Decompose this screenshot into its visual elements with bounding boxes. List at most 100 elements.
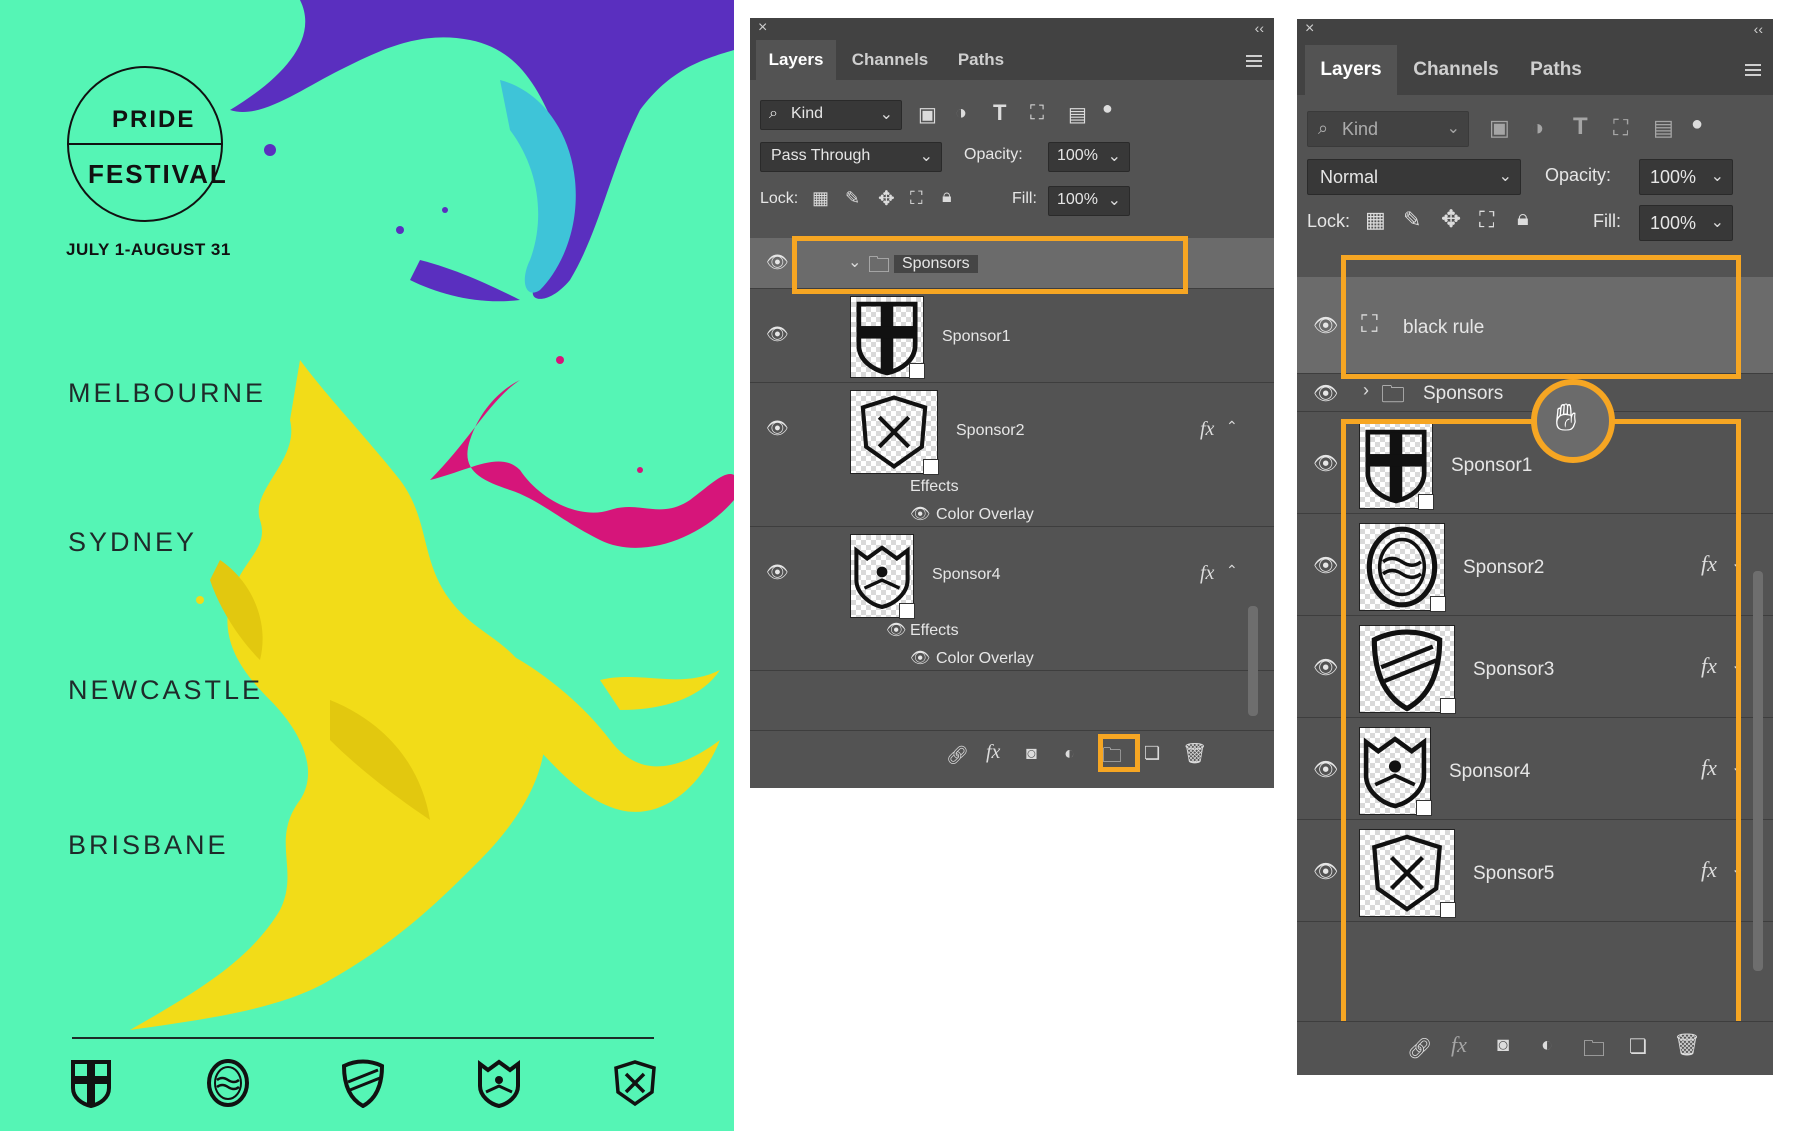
fx-icon[interactable]: fx: [1200, 418, 1214, 441]
eye-icon[interactable]: 👁︎: [1313, 553, 1338, 578]
tab-paths[interactable]: Paths: [1515, 45, 1597, 95]
adjustment-filter-icon[interactable]: ◑: [955, 102, 967, 125]
scrollbar-thumb[interactable]: [1248, 606, 1258, 716]
lock-artboard-icon[interactable]: ⛶: [910, 188, 923, 209]
fill-value: 100%: [1057, 191, 1098, 208]
add-style-icon[interactable]: fx: [986, 741, 1000, 764]
new-group-icon[interactable]: 🗀: [1583, 1032, 1605, 1070]
blend-mode-select[interactable]: Normal ⌄: [1307, 159, 1521, 195]
pixel-filter-icon[interactable]: ▣: [918, 102, 937, 127]
lock-pixels-icon[interactable]: ✎: [1403, 207, 1421, 233]
blend-mode-select[interactable]: Pass Through ⌄: [760, 142, 942, 172]
chevron-down-icon: ⌄: [1107, 148, 1121, 165]
add-style-icon[interactable]: fx: [1451, 1032, 1467, 1058]
fill-field[interactable]: 100% ⌄: [1048, 186, 1130, 216]
trash-icon[interactable]: 🗑︎: [1673, 1032, 1701, 1058]
lock-all-icon[interactable]: 🔒︎: [1517, 205, 1529, 231]
chevron-down-icon: ⌄: [1446, 120, 1460, 137]
layer-row[interactable]: 👁︎ Sponsor4 fx ⌃ 👁︎ Effects 👁︎ Color Ove…: [750, 528, 1274, 671]
layers-panel-right: × ‹‹ Layers Channels Paths ⌕ Kind ⌄ ▣ ◑ …: [1297, 19, 1773, 1075]
chevron-up-icon[interactable]: ⌃: [1226, 562, 1238, 579]
layer-row[interactable]: 👁︎ Sponsor1: [750, 292, 1274, 383]
chevron-down-icon: ⌄: [879, 106, 893, 123]
eye-icon[interactable]: 👁︎: [1313, 757, 1338, 782]
tab-layers[interactable]: Layers: [1305, 45, 1397, 95]
layer-row[interactable]: 👁︎ Sponsor2 fx ⌃ Effects 👁︎ Color Overla…: [750, 384, 1274, 527]
fill-value: 100%: [1650, 213, 1697, 233]
folder-icon: 🗀: [1381, 381, 1405, 408]
new-layer-icon[interactable]: ❏: [1629, 1034, 1647, 1059]
tab-channels[interactable]: Channels: [1401, 45, 1511, 95]
tab-channels[interactable]: Channels: [840, 40, 940, 80]
smart-object-filter-icon[interactable]: ▤: [1653, 115, 1674, 141]
mask-icon[interactable]: ◙: [1026, 743, 1037, 764]
new-layer-icon[interactable]: ❏: [1144, 743, 1160, 764]
layer-name[interactable]: Sponsor4: [932, 566, 1001, 584]
festival-logo-divider: [67, 143, 223, 145]
eye-icon[interactable]: 👁︎: [766, 562, 789, 583]
eye-icon[interactable]: 👁︎: [766, 252, 789, 273]
mask-icon[interactable]: ◙: [1497, 1034, 1509, 1057]
panel-menu-icon[interactable]: [1246, 52, 1262, 70]
fx-icon[interactable]: fx: [1200, 562, 1214, 585]
collapse-icon[interactable]: ‹‹: [1754, 21, 1763, 37]
striped-shield-icon: [341, 1059, 385, 1108]
lock-transparency-icon[interactable]: ▦: [812, 188, 829, 209]
eye-icon[interactable]: 👁︎: [1313, 381, 1338, 406]
cross-shield-icon: [71, 1060, 111, 1108]
chevron-up-icon[interactable]: ⌃: [1226, 418, 1238, 435]
eye-icon[interactable]: 👁︎: [910, 504, 930, 524]
link-icon[interactable]: 🔗︎: [1407, 1036, 1432, 1061]
effect-color-overlay[interactable]: Color Overlay: [936, 650, 1034, 668]
pixel-filter-icon[interactable]: ▣: [1489, 115, 1510, 141]
filter-toggle-icon[interactable]: ●: [1102, 98, 1113, 119]
filter-kind-select[interactable]: ⌕ Kind ⌄: [760, 100, 902, 130]
shape-filter-icon[interactable]: ⛶: [1613, 115, 1628, 141]
scrollbar-thumb[interactable]: [1753, 571, 1763, 971]
chevron-right-icon[interactable]: ›: [1363, 380, 1369, 401]
eye-icon[interactable]: 👁︎: [1313, 655, 1338, 680]
effect-color-overlay[interactable]: Color Overlay: [936, 506, 1034, 524]
smart-object-badge: [923, 459, 939, 475]
adjustment-icon[interactable]: ◐: [1541, 1034, 1553, 1057]
link-icon[interactable]: 🔗︎: [946, 745, 969, 766]
lock-position-icon[interactable]: ✥: [1441, 205, 1461, 234]
lock-position-icon[interactable]: ✥: [878, 186, 895, 211]
lock-transparency-icon[interactable]: ▦: [1365, 207, 1386, 233]
eye-icon[interactable]: 👁︎: [766, 418, 789, 439]
group-name[interactable]: Sponsors: [1423, 383, 1503, 405]
opacity-field[interactable]: 100% ⌄: [1639, 159, 1733, 195]
fill-field[interactable]: 100% ⌄: [1639, 205, 1733, 241]
eye-icon[interactable]: 👁︎: [1313, 313, 1338, 338]
type-filter-icon[interactable]: T: [1573, 113, 1588, 141]
collapse-icon[interactable]: ‹‹: [1255, 20, 1264, 36]
close-icon[interactable]: ×: [758, 19, 767, 37]
wave-circle-icon: [207, 1059, 249, 1107]
close-icon[interactable]: ×: [1305, 20, 1314, 38]
filter-kind-select[interactable]: ⌕ Kind ⌄: [1307, 111, 1469, 147]
eye-icon[interactable]: 👁︎: [886, 620, 906, 640]
eye-icon[interactable]: 👁︎: [910, 648, 930, 668]
type-filter-icon[interactable]: T: [993, 100, 1006, 126]
smart-object-filter-icon[interactable]: ▤: [1068, 102, 1087, 127]
eye-icon[interactable]: 👁︎: [766, 324, 789, 345]
black-rule: [72, 1037, 654, 1039]
eye-icon[interactable]: 👁︎: [1313, 451, 1338, 476]
panel-menu-icon[interactable]: [1745, 61, 1761, 79]
filter-toggle-icon[interactable]: ●: [1691, 113, 1703, 136]
layer-name[interactable]: Sponsor2: [956, 422, 1025, 440]
opacity-field[interactable]: 100% ⌄: [1048, 142, 1130, 172]
shape-filter-icon[interactable]: ⛶: [1030, 102, 1044, 125]
adjustment-filter-icon[interactable]: ◑: [1531, 115, 1544, 141]
lock-artboard-icon[interactable]: ⛶: [1479, 207, 1494, 233]
lock-all-icon[interactable]: 🔒︎: [942, 186, 952, 207]
adjustment-icon[interactable]: ◐: [1064, 743, 1075, 764]
panel-titlebar: × ‹‹: [1297, 19, 1773, 45]
lock-pixels-icon[interactable]: ✎: [845, 188, 860, 209]
tab-layers[interactable]: Layers: [756, 40, 836, 80]
layer-name[interactable]: Sponsor1: [942, 328, 1011, 346]
tab-paths[interactable]: Paths: [944, 40, 1018, 80]
chevron-down-icon: ⌄: [1710, 168, 1724, 185]
trash-icon[interactable]: 🗑︎: [1182, 741, 1207, 766]
eye-icon[interactable]: 👁︎: [1313, 859, 1338, 884]
